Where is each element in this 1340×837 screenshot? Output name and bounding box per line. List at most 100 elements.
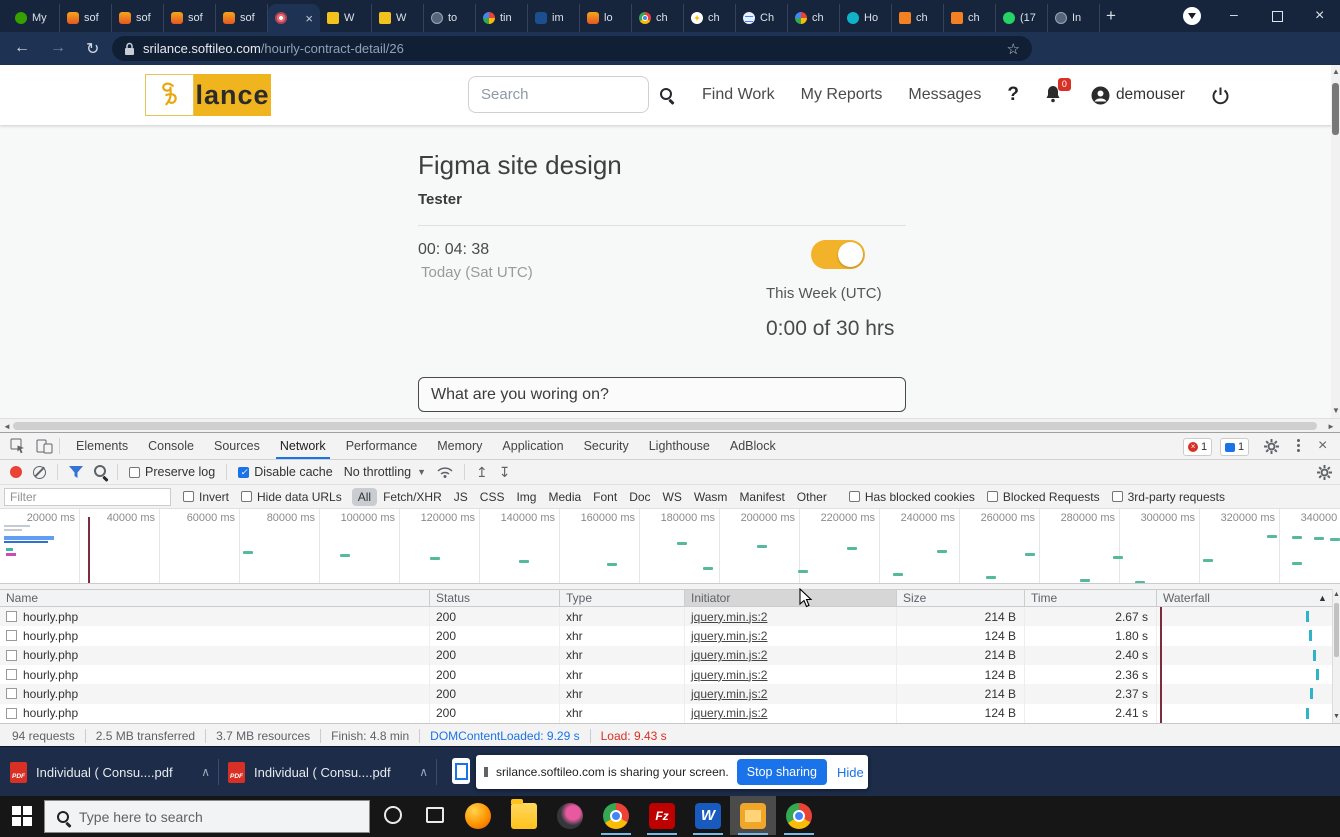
devtools-tab[interactable]: Network	[270, 433, 336, 459]
browser-tab[interactable]: Ho ×	[840, 4, 892, 32]
notifications-bell-icon[interactable]: 0	[1045, 85, 1065, 105]
scroll-right-icon[interactable]: ►	[1327, 422, 1335, 431]
user-menu[interactable]: demouser	[1091, 86, 1185, 105]
has-blocked-cookies-checkbox[interactable]: Has blocked cookies	[849, 490, 975, 504]
browser-tab[interactable]: My ×	[8, 4, 60, 32]
filter-chip[interactable]: Manifest	[733, 488, 790, 506]
initiator-link[interactable]: jquery.min.js:2	[691, 648, 767, 662]
browser-tab[interactable]: W ×	[372, 4, 424, 32]
nav-link[interactable]: My Reports	[801, 86, 883, 104]
third-party-checkbox[interactable]: 3rd-party requests	[1112, 490, 1225, 504]
preserve-log-checkbox[interactable]: Preserve log	[129, 465, 215, 479]
reload-button[interactable]: ↻	[86, 39, 99, 59]
initiator-link[interactable]: jquery.min.js:2	[691, 629, 767, 643]
back-button[interactable]: ←	[14, 39, 30, 57]
filter-chip[interactable]: Img	[510, 488, 542, 506]
network-settings-gear-icon[interactable]	[1317, 465, 1332, 480]
browser-tab[interactable]: ch ×	[788, 4, 840, 32]
devtools-tab[interactable]: Performance	[336, 433, 428, 459]
window-close-button[interactable]: ×	[1315, 7, 1324, 25]
devtools-menu-kebab-icon[interactable]	[1297, 439, 1300, 442]
clear-network-log-icon[interactable]	[33, 466, 46, 479]
screen-share-indicator-icon[interactable]	[1183, 7, 1201, 25]
start-button[interactable]	[12, 806, 32, 826]
download-menu-chevron-icon[interactable]: ∧	[201, 765, 210, 779]
site-logo[interactable]: lance	[145, 74, 271, 116]
initiator-link[interactable]: jquery.min.js:2	[691, 687, 767, 701]
browser-tab[interactable]: In ×	[1048, 4, 1100, 32]
browser-tab[interactable]: Ch ×	[736, 4, 788, 32]
browser-tab[interactable]: ×	[268, 4, 320, 32]
import-har-icon[interactable]: ↥	[476, 467, 488, 477]
filter-chip[interactable]: Other	[791, 488, 833, 506]
page-vertical-scrollbar[interactable]: ▲ ▼	[1331, 65, 1340, 418]
devtools-tab[interactable]: Security	[574, 433, 639, 459]
sort-ascending-icon[interactable]: ▲	[1318, 593, 1327, 603]
browser-tab[interactable]: (17 ×	[996, 4, 1048, 32]
browser-tab[interactable]: to ×	[424, 4, 476, 32]
column-header-initiator[interactable]: Initiator	[685, 590, 897, 606]
export-har-icon[interactable]: ↧	[499, 467, 511, 477]
column-header-waterfall[interactable]: Waterfall	[1157, 590, 1332, 606]
column-header-time[interactable]: Time	[1025, 590, 1157, 606]
cortana-icon[interactable]	[384, 806, 402, 824]
help-button[interactable]: ?	[1007, 84, 1019, 106]
scroll-down-icon[interactable]: ▼	[1332, 406, 1340, 415]
scroll-up-icon[interactable]: ▲	[1332, 67, 1340, 76]
task-view-icon[interactable]	[426, 807, 444, 823]
address-bar[interactable]: srilance.softileo.com/hourly-contract-de…	[112, 36, 1032, 61]
network-conditions-icon[interactable]	[437, 466, 453, 478]
filter-chip[interactable]: All	[352, 488, 377, 506]
download-item[interactable]: PDF Individual ( Consu....pdf ∧	[228, 753, 428, 791]
filter-chip[interactable]: Font	[587, 488, 623, 506]
issues-badge[interactable]: 1	[1220, 438, 1249, 456]
blocked-requests-checkbox[interactable]: Blocked Requests	[987, 490, 1100, 504]
taskbar-app-word[interactable]: W	[685, 796, 731, 835]
browser-tab[interactable]: ch ×	[944, 4, 996, 32]
taskbar-app-dark[interactable]	[547, 796, 593, 835]
devtools-tab[interactable]: Console	[138, 433, 204, 459]
taskbar-app-explorer[interactable]	[501, 796, 547, 835]
devtools-tab[interactable]: Elements	[66, 433, 138, 459]
table-scrollbar[interactable]: ▲ ▼	[1332, 589, 1340, 723]
throttling-dropdown[interactable]: No throttling▼	[344, 465, 426, 479]
column-header-status[interactable]: Status	[430, 590, 560, 606]
network-filter-input[interactable]	[4, 488, 171, 506]
scroll-up-icon[interactable]: ▲	[1333, 591, 1340, 598]
search-icon[interactable]	[660, 87, 672, 105]
browser-tab[interactable]: ch ×	[632, 4, 684, 32]
column-header-name[interactable]: Name	[0, 590, 430, 606]
browser-tab[interactable]: W ×	[320, 4, 372, 32]
scrollbar-thumb[interactable]	[13, 422, 1317, 430]
taskbar-app-chrome-2[interactable]	[776, 796, 822, 835]
network-table-row[interactable]: hourly.php 200 xhr jquery.min.js:2 124 B…	[0, 704, 1332, 723]
bookmark-star-icon[interactable]: ☆	[1007, 40, 1020, 58]
tab-close-icon[interactable]: ×	[305, 11, 313, 26]
record-network-log-icon[interactable]	[10, 466, 22, 478]
network-table-row[interactable]: hourly.php 200 xhr jquery.min.js:2 214 B…	[0, 646, 1332, 665]
scroll-down-icon[interactable]: ▼	[1333, 713, 1340, 720]
page-horizontal-scrollbar[interactable]: ◄ ►	[0, 418, 1340, 433]
taskbar-app-folder[interactable]	[730, 796, 776, 835]
scrollbar-thumb[interactable]	[1334, 603, 1339, 657]
site-search-input[interactable]	[468, 76, 649, 113]
new-tab-button[interactable]: +	[1106, 8, 1116, 24]
filter-chip[interactable]: CSS	[474, 488, 511, 506]
taskbar-search-box[interactable]: Type here to search	[44, 800, 370, 833]
filter-chip[interactable]: JS	[448, 488, 474, 506]
invert-checkbox[interactable]: Invert	[183, 490, 229, 504]
browser-tab[interactable]: tin ×	[476, 4, 528, 32]
logout-power-icon[interactable]	[1211, 86, 1230, 105]
search-network-icon[interactable]	[94, 465, 106, 480]
network-overview-timeline[interactable]: 20000 ms40000 ms60000 ms80000 ms100000 m…	[0, 509, 1340, 584]
devtools-close-icon[interactable]: ×	[1318, 437, 1327, 455]
hide-data-urls-checkbox[interactable]: Hide data URLs	[241, 490, 342, 504]
taskbar-app-firefox[interactable]	[455, 796, 501, 835]
browser-tab[interactable]: im ×	[528, 4, 580, 32]
devtools-tab[interactable]: Sources	[204, 433, 270, 459]
filter-chip[interactable]: Media	[542, 488, 587, 506]
devtools-tab[interactable]: AdBlock	[720, 433, 786, 459]
device-toolbar-icon[interactable]	[36, 439, 53, 454]
download-menu-chevron-icon[interactable]: ∧	[419, 765, 428, 779]
scrollbar-thumb[interactable]	[1332, 83, 1339, 135]
